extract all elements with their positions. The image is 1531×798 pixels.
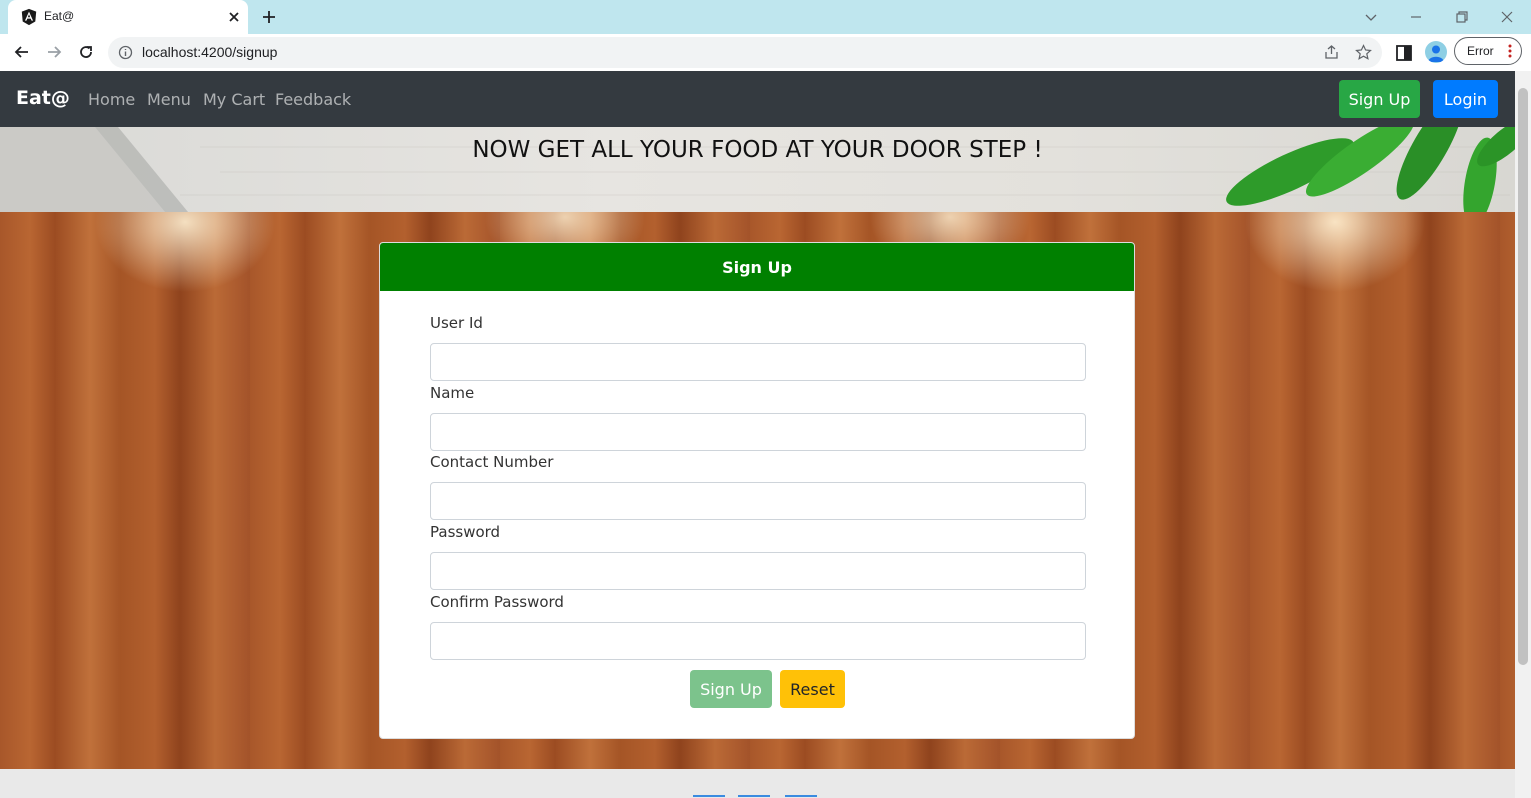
tab-title: Eat@: [44, 9, 75, 23]
contact-number-input[interactable]: [430, 482, 1086, 520]
form-reset-button[interactable]: Reset: [780, 670, 845, 708]
star-icon[interactable]: [1355, 44, 1372, 61]
confirm-password-input[interactable]: [430, 622, 1086, 660]
restore-icon[interactable]: [1454, 9, 1470, 25]
nav-link-home[interactable]: Home: [88, 90, 135, 109]
close-window-icon[interactable]: [1499, 9, 1515, 25]
footer-link-underline: [693, 795, 725, 797]
share-icon[interactable]: [1323, 44, 1340, 61]
page-footer-peek: [0, 769, 1515, 798]
signup-card-title: Sign Up: [722, 258, 792, 277]
forward-arrow-icon[interactable]: [44, 42, 64, 62]
url-text: localhost:4200/signup: [142, 44, 278, 60]
name-label: Name: [430, 384, 475, 402]
angular-favicon-icon: [21, 8, 37, 26]
navbar-login-button[interactable]: Login: [1433, 80, 1498, 118]
form-signup-button[interactable]: Sign Up: [690, 670, 772, 708]
password-label: Password: [430, 523, 501, 541]
navbar-signup-button[interactable]: Sign Up: [1339, 80, 1420, 118]
plus-icon[interactable]: [260, 8, 278, 26]
profile-error-label: Error: [1467, 44, 1494, 58]
site-navbar: Eat@ Home Menu My Cart Feedback Sign Up …: [0, 71, 1515, 127]
browser-tab[interactable]: Eat@: [8, 0, 248, 34]
banner-headline: NOW GET ALL YOUR FOOD AT YOUR DOOR STEP …: [472, 137, 1043, 163]
footer-link-underline: [738, 795, 770, 797]
name-input[interactable]: [430, 413, 1086, 451]
user-id-input[interactable]: [430, 343, 1086, 381]
reload-icon[interactable]: [76, 42, 96, 62]
nav-link-feedback[interactable]: Feedback: [275, 90, 351, 109]
page-scrollbar[interactable]: [1515, 71, 1531, 798]
brand-logo[interactable]: Eat@: [16, 87, 70, 109]
close-icon[interactable]: [226, 9, 242, 25]
password-input[interactable]: [430, 552, 1086, 590]
signup-card-header: Sign Up: [380, 243, 1134, 291]
footer-link-underline: [785, 795, 817, 797]
user-id-label: User Id: [430, 314, 483, 332]
profile-error-button[interactable]: Error: [1454, 37, 1522, 65]
kebab-menu-icon[interactable]: [1507, 43, 1513, 59]
nav-link-my-cart[interactable]: My Cart: [203, 90, 265, 109]
scrollbar-thumb[interactable]: [1518, 88, 1528, 665]
side-panel-icon[interactable]: [1395, 44, 1413, 62]
person-icon: [1428, 45, 1444, 62]
back-arrow-icon[interactable]: [12, 42, 32, 62]
browser-tab-strip: Eat@: [0, 0, 1531, 34]
nav-link-menu[interactable]: Menu: [147, 90, 191, 109]
hero-banner: NOW GET ALL YOUR FOOD AT YOUR DOOR STEP …: [0, 127, 1515, 212]
browser-toolbar: localhost:4200/signup Error: [0, 34, 1531, 71]
confirm-password-label: Confirm Password: [430, 593, 564, 611]
address-bar[interactable]: localhost:4200/signup: [108, 37, 1382, 68]
signup-card: Sign Up User Id Name Contact Number Pass…: [379, 242, 1135, 739]
contact-number-label: Contact Number: [430, 453, 554, 471]
minimize-icon[interactable]: [1408, 9, 1424, 25]
chevron-down-icon[interactable]: [1363, 9, 1379, 25]
info-icon[interactable]: [118, 45, 133, 60]
profile-icon[interactable]: [1425, 41, 1447, 63]
